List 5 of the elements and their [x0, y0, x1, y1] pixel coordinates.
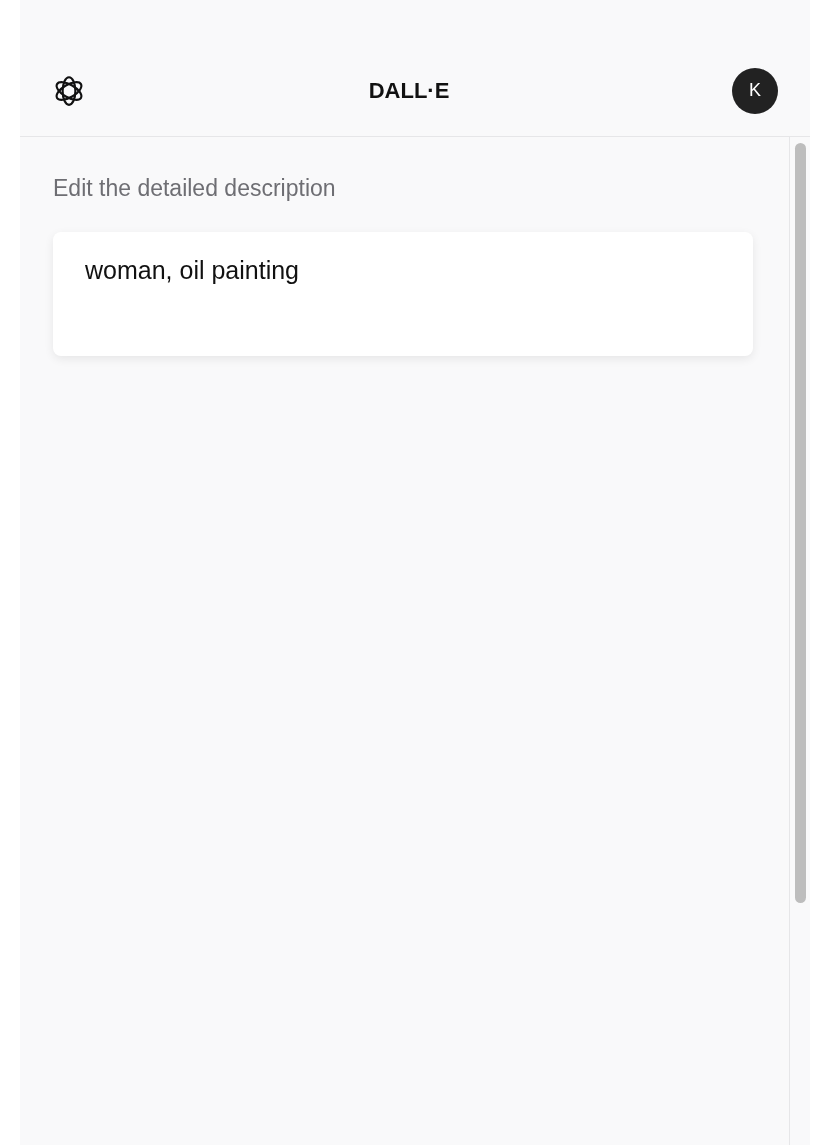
description-field[interactable]: woman, oil painting	[53, 232, 753, 356]
field-label: Edit the detailed description	[53, 175, 336, 202]
app-title: DALL·E	[368, 77, 450, 104]
scrollbar-thumb[interactable]	[794, 143, 806, 903]
avatar-button[interactable]: K	[732, 67, 778, 114]
